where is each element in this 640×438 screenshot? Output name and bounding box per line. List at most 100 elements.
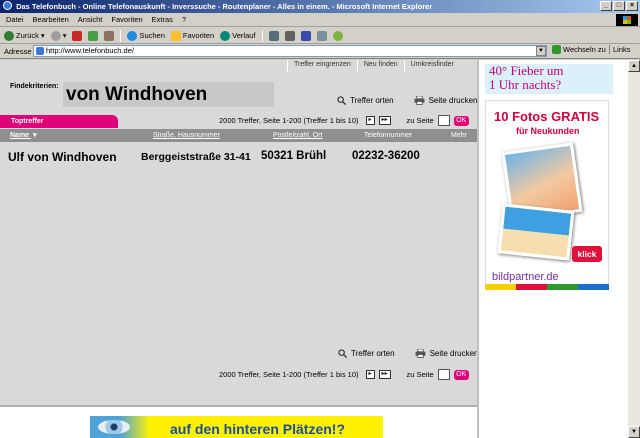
print-page-link-bottom[interactable]: Seite drucken bbox=[415, 349, 479, 358]
print-page-label: Seite drucken bbox=[429, 349, 479, 358]
divider bbox=[0, 405, 477, 407]
menu-help[interactable]: ? bbox=[182, 15, 186, 24]
next-page-icon[interactable]: ▸ bbox=[365, 116, 375, 125]
locate-hits-link[interactable]: Treffer orten bbox=[337, 96, 394, 105]
history-button[interactable]: Verlauf bbox=[220, 30, 256, 41]
address-bar: Adresse http://www.telefonbuch.de/ ▼ Wec… bbox=[0, 44, 640, 59]
discuss-icon[interactable] bbox=[316, 30, 327, 41]
locate-hits-link-bottom[interactable]: Treffer orten bbox=[338, 349, 395, 358]
bottom-banner-text: auf den hinteren Plätzen!? bbox=[170, 421, 346, 437]
print-icon[interactable] bbox=[284, 30, 295, 41]
column-name-label: Name bbox=[10, 132, 30, 139]
klick-button[interactable]: klick bbox=[572, 246, 602, 262]
favorites-button[interactable]: Favoriten bbox=[170, 30, 214, 41]
links-button[interactable]: Links bbox=[609, 45, 631, 54]
photo-ad-title: 10 Fotos GRATIS bbox=[494, 109, 600, 124]
address-dropdown-icon[interactable]: ▼ bbox=[536, 46, 546, 56]
color-stripe bbox=[485, 284, 609, 290]
menu-bearbeiten[interactable]: Bearbeiten bbox=[33, 15, 69, 24]
search-icon bbox=[127, 30, 138, 41]
result-street: Berggeiststraße 31-41 bbox=[141, 151, 251, 163]
criteria-label: Findekriterien: bbox=[10, 83, 59, 90]
windows-logo-icon bbox=[616, 14, 638, 26]
messenger-icon[interactable] bbox=[332, 30, 343, 41]
lower-area: auf den hinteren Plätzen!? bbox=[0, 405, 477, 438]
goto-page-input[interactable] bbox=[437, 369, 450, 380]
search-button[interactable]: Suchen bbox=[127, 30, 165, 41]
criteria-value: von Windhoven bbox=[63, 82, 274, 107]
result-city: 50321 Brühl bbox=[261, 150, 327, 162]
column-phone: Telefonnummer bbox=[364, 132, 413, 139]
go-button-label: Wechseln zu bbox=[563, 45, 606, 54]
result-nav-tabs: Treffer eingrenzen Neu finden Umkreisfin… bbox=[287, 60, 460, 72]
paging-bottom: 2000 Treffer, Seite 1-200 (Treffer 1 bis… bbox=[219, 369, 469, 380]
ad-column: 40° Fieber um 1 Uhr nachts? 10 Fotos GRA… bbox=[477, 60, 628, 438]
refresh-icon[interactable] bbox=[88, 30, 99, 41]
toptreffer-tab[interactable]: Toptreffer bbox=[0, 115, 118, 128]
stop-icon[interactable] bbox=[72, 30, 83, 41]
back-dropdown-icon[interactable]: ▾ bbox=[41, 31, 45, 40]
locate-hits-label: Treffer orten bbox=[351, 349, 395, 358]
search-button-label: Suchen bbox=[139, 31, 165, 40]
column-city[interactable]: Postleitzahl, Ort bbox=[273, 129, 322, 142]
hit-count-text: 2000 Treffer, Seite 1-200 (Treffer 1 bis… bbox=[219, 116, 359, 125]
menu-ansicht[interactable]: Ansicht bbox=[78, 15, 103, 24]
result-phone: 02232-36200 bbox=[352, 150, 420, 162]
menu-favoriten[interactable]: Favoriten bbox=[111, 15, 142, 24]
go-arrow-icon bbox=[552, 45, 561, 54]
eye-image bbox=[98, 420, 130, 434]
page-content: Treffer eingrenzen Neu finden Umkreisfin… bbox=[0, 60, 628, 438]
next-block-icon[interactable]: ▸▸ bbox=[378, 370, 391, 379]
search-results-panel: Treffer eingrenzen Neu finden Umkreisfin… bbox=[0, 60, 479, 405]
tab-treffer-eingrenzen[interactable]: Treffer eingrenzen bbox=[287, 60, 357, 72]
address-input[interactable]: http://www.telefonbuch.de/ bbox=[33, 45, 547, 57]
maximize-button[interactable]: □ bbox=[613, 1, 625, 11]
next-page-icon[interactable]: ▸ bbox=[365, 370, 375, 379]
mail-icon[interactable] bbox=[268, 30, 279, 41]
results-column-header: Name ▾ Straße, Hausnummer Postleitzahl, … bbox=[0, 129, 477, 142]
home-icon[interactable] bbox=[104, 30, 115, 41]
goto-page-input[interactable] bbox=[437, 115, 450, 126]
table-row[interactable]: Ulf von Windhoven Berggeiststraße 31-41 … bbox=[0, 150, 477, 170]
forward-dropdown-icon[interactable]: ▾ bbox=[63, 31, 67, 40]
tab-neu-finden[interactable]: Neu finden bbox=[356, 60, 404, 72]
back-button-label: Zurück bbox=[16, 31, 39, 40]
favorites-icon bbox=[170, 30, 181, 41]
close-button[interactable]: × bbox=[626, 1, 638, 11]
minimize-button[interactable]: _ bbox=[600, 1, 612, 11]
fever-ad[interactable]: 40° Fieber um 1 Uhr nachts? bbox=[485, 64, 613, 94]
paging-top: 2000 Treffer, Seite 1-200 (Treffer 1 bis… bbox=[219, 115, 469, 126]
result-name[interactable]: Ulf von Windhoven bbox=[8, 150, 117, 164]
page-icon bbox=[36, 47, 44, 55]
fever-ad-line-1: 40° Fieber um bbox=[489, 63, 564, 78]
internet-explorer-icon bbox=[3, 1, 12, 10]
history-icon bbox=[220, 30, 231, 41]
menu-datei[interactable]: Datei bbox=[6, 15, 24, 24]
tab-umkreisfinder[interactable]: Umkreisfinder bbox=[403, 60, 460, 72]
next-block-icon[interactable]: ▸▸ bbox=[378, 116, 391, 125]
bottom-banner-ad[interactable]: auf den hinteren Plätzen!? bbox=[90, 416, 383, 438]
scroll-up-icon[interactable]: ▲ bbox=[628, 60, 640, 72]
print-page-link[interactable]: Seite drucken bbox=[414, 96, 478, 105]
window-title: Das Telefonbuch - Online Telefonauskunft… bbox=[16, 2, 433, 11]
window-title-bar: Das Telefonbuch - Online Telefonauskunft… bbox=[0, 0, 640, 13]
edit-icon[interactable] bbox=[300, 30, 311, 41]
forward-button[interactable]: ▾ bbox=[50, 30, 67, 41]
history-button-label: Verlauf bbox=[232, 31, 256, 40]
ok-button[interactable]: OK bbox=[453, 369, 469, 380]
address-url: http://www.telefonbuch.de/ bbox=[46, 46, 134, 55]
scroll-down-icon[interactable]: ▼ bbox=[628, 426, 640, 438]
back-button[interactable]: Zurück ▾ bbox=[4, 30, 45, 41]
forward-arrow-icon bbox=[50, 30, 61, 41]
column-more: Mehr bbox=[451, 132, 467, 139]
back-arrow-icon bbox=[4, 30, 14, 41]
column-name[interactable]: Name ▾ bbox=[10, 129, 37, 142]
column-street[interactable]: Straße, Hausnummer bbox=[153, 129, 220, 142]
fever-ad-line-2: 1 Uhr nachts? bbox=[489, 77, 562, 92]
vertical-scrollbar[interactable]: ▲ ▼ bbox=[628, 60, 640, 438]
address-label: Adresse bbox=[4, 46, 32, 56]
photo-gratis-ad[interactable]: 10 Fotos GRATIS für Neukunden klick bild… bbox=[485, 100, 609, 289]
go-button[interactable]: Wechseln zu bbox=[552, 45, 606, 54]
menu-extras[interactable]: Extras bbox=[152, 15, 173, 24]
ok-button[interactable]: OK bbox=[453, 115, 469, 126]
